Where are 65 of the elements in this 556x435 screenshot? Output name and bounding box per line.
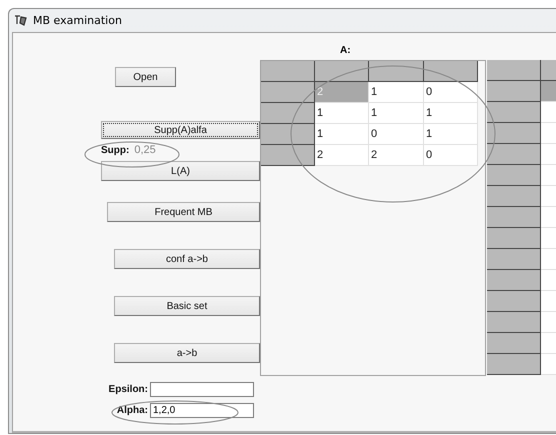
row-header-cell[interactable] bbox=[261, 124, 315, 145]
grid-header-cell bbox=[487, 60, 541, 81]
grid-header-cell bbox=[369, 61, 424, 82]
grid-cell[interactable] bbox=[541, 102, 556, 123]
grid-cell[interactable] bbox=[541, 123, 556, 144]
grid-header-cell bbox=[261, 61, 315, 82]
grid-cell[interactable]: 1 bbox=[315, 124, 369, 145]
grid-cell[interactable]: 1 bbox=[315, 103, 369, 124]
action-button[interactable]: Supp(A)alfa bbox=[101, 121, 260, 139]
row-header-cell[interactable] bbox=[487, 312, 541, 333]
grid-cell[interactable] bbox=[541, 81, 556, 102]
window-title: MB examination bbox=[33, 14, 122, 27]
row-header-cell[interactable] bbox=[487, 186, 541, 207]
input-field[interactable] bbox=[150, 382, 254, 397]
grid-cell[interactable] bbox=[541, 291, 556, 312]
supp-value: 0,25 bbox=[134, 144, 156, 156]
grid-cell[interactable]: 0 bbox=[369, 124, 424, 145]
row-header-cell[interactable] bbox=[487, 333, 541, 354]
grid-cell[interactable]: 0 bbox=[424, 82, 478, 103]
action-button[interactable]: conf a->b bbox=[114, 249, 260, 269]
grid-cell[interactable]: 2 bbox=[369, 145, 424, 166]
grid-cell[interactable] bbox=[541, 312, 556, 333]
grid-cell[interactable] bbox=[541, 186, 556, 207]
grid-cell[interactable] bbox=[541, 270, 556, 291]
grid-cell[interactable]: 1 bbox=[369, 103, 424, 124]
row-header-cell[interactable] bbox=[487, 207, 541, 228]
grid-header-cell bbox=[424, 61, 478, 82]
row-header-cell[interactable] bbox=[487, 81, 541, 102]
grid-cell[interactable] bbox=[541, 354, 556, 375]
grid-label: A: bbox=[340, 45, 352, 57]
app-icon bbox=[14, 14, 28, 27]
row-header-cell[interactable] bbox=[487, 123, 541, 144]
row-header-cell[interactable] bbox=[487, 228, 541, 249]
input-field[interactable]: 1,2,0 bbox=[150, 403, 254, 418]
grid-cell[interactable]: 1 bbox=[369, 82, 424, 103]
action-button[interactable]: Frequent MB bbox=[107, 202, 260, 222]
action-button[interactable]: Open bbox=[115, 67, 176, 87]
grid-cell[interactable]: 1 bbox=[424, 103, 478, 124]
row-header-cell[interactable] bbox=[261, 82, 315, 103]
row-header-cell[interactable] bbox=[487, 354, 541, 375]
row-header-cell[interactable] bbox=[487, 144, 541, 165]
action-button[interactable]: a->b bbox=[114, 343, 260, 363]
data-grid[interactable]: 2 1 0 1 1 1 1 0 1 2 2 0 bbox=[260, 60, 486, 376]
action-button[interactable]: Basic set bbox=[114, 296, 260, 316]
grid-cell[interactable] bbox=[541, 228, 556, 249]
row-header-cell[interactable] bbox=[487, 249, 541, 270]
grid-cell[interactable] bbox=[541, 207, 556, 228]
grid-cell[interactable]: 2 bbox=[315, 145, 369, 166]
row-header-cell[interactable] bbox=[487, 102, 541, 123]
grid-header-cell bbox=[315, 61, 369, 82]
grid-cell[interactable]: 0 bbox=[424, 145, 478, 166]
row-header-cell[interactable] bbox=[261, 103, 315, 124]
grid-cell[interactable] bbox=[541, 165, 556, 186]
grid-cell[interactable] bbox=[541, 144, 556, 165]
row-header-cell[interactable] bbox=[487, 270, 541, 291]
grid-cell[interactable] bbox=[541, 249, 556, 270]
field-label: Alpha: bbox=[116, 405, 148, 416]
action-button[interactable]: L(A) bbox=[101, 161, 260, 181]
grid-cell[interactable] bbox=[541, 333, 556, 354]
field-label: Epsilon: bbox=[108, 384, 148, 395]
supp-label: Supp: bbox=[101, 144, 130, 156]
row-header-cell[interactable] bbox=[261, 145, 315, 166]
grid-cell[interactable]: 1 bbox=[424, 124, 478, 145]
row-header-cell[interactable] bbox=[487, 291, 541, 312]
row-header-cell[interactable] bbox=[487, 165, 541, 186]
